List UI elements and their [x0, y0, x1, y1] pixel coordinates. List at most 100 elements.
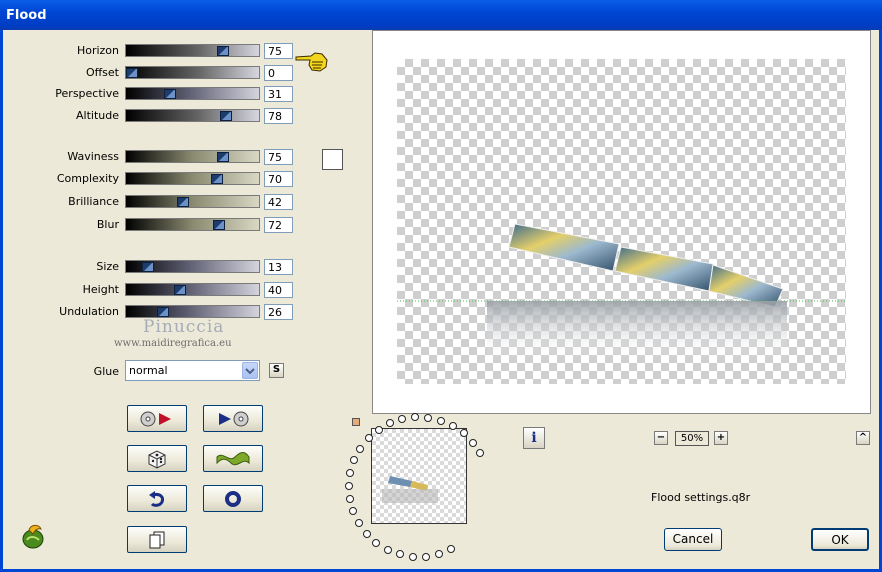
complexity-slider-thumb[interactable] — [211, 174, 223, 184]
copy-icon — [149, 531, 165, 548]
window-title: Flood — [6, 8, 47, 23]
navigator-ring-dot — [396, 550, 404, 558]
perspective-slider-thumb[interactable] — [164, 89, 176, 99]
offset-value-field[interactable]: 0 — [264, 65, 293, 81]
navigator-ring-dot — [356, 445, 364, 453]
glue-select-value: normal — [129, 364, 168, 377]
chevron-down-icon[interactable] — [242, 362, 258, 379]
height-slider[interactable] — [125, 283, 260, 296]
brilliance-label: Brilliance — [68, 195, 119, 208]
size-slider-thumb[interactable] — [142, 262, 154, 272]
color-swatch[interactable] — [322, 149, 343, 170]
navigator-ring-dot — [346, 469, 354, 477]
height-label: Height — [82, 283, 119, 296]
perspective-value-field[interactable]: 31 — [264, 86, 293, 102]
handle-square[interactable] — [352, 418, 360, 426]
zoom-level: 50% — [675, 431, 709, 446]
altitude-label: Altitude — [76, 109, 119, 122]
size-label: Size — [96, 260, 119, 273]
glue-select[interactable]: normal — [125, 360, 260, 381]
blur-value-field[interactable]: 72 — [264, 217, 293, 233]
app-logo-icon — [19, 522, 47, 550]
size-value-field[interactable]: 13 — [264, 259, 293, 275]
navigator-ring-dot — [386, 419, 394, 427]
navigator-ring-dot — [476, 449, 484, 457]
navigator-ring-dot — [384, 546, 392, 554]
brilliance-slider-thumb[interactable] — [177, 197, 189, 207]
navigator-ring-dot — [349, 507, 357, 515]
settings-filename: Flood settings.q8r — [651, 491, 751, 504]
brilliance-value-field[interactable]: 42 — [264, 194, 293, 210]
navigator-ring-dot — [350, 456, 358, 464]
navigator-thumbnail[interactable] — [371, 428, 467, 524]
zoom-out-button[interactable]: − — [654, 431, 668, 445]
navigator-ring-dot — [435, 550, 443, 558]
disc-load-icon — [140, 411, 171, 426]
ok-button[interactable]: OK — [811, 528, 869, 551]
waviness-slider-thumb[interactable] — [217, 152, 229, 162]
blur-slider[interactable] — [125, 218, 260, 231]
navigator-ring-dot — [449, 422, 457, 430]
thumbnail-image — [382, 476, 438, 503]
complexity-label: Complexity — [56, 172, 119, 185]
navigator-ring-dot — [355, 519, 363, 527]
glue-label: Glue — [93, 365, 119, 378]
undo-icon — [149, 490, 164, 507]
wave-button[interactable] — [203, 445, 263, 472]
undo-button[interactable] — [127, 485, 187, 512]
waviness-slider[interactable] — [125, 150, 260, 163]
load-preset-button[interactable] — [127, 405, 187, 432]
navigator-ring-dot — [372, 539, 380, 547]
randomize-button[interactable] — [127, 445, 187, 472]
cancel-button[interactable]: Cancel — [664, 528, 722, 551]
navigator-ring-dot — [398, 415, 406, 423]
circle-icon — [225, 490, 241, 507]
undulation-label: Undulation — [59, 305, 119, 318]
info-button[interactable]: i — [523, 427, 545, 449]
offset-label: Offset — [85, 66, 119, 79]
altitude-value-field[interactable]: 78 — [264, 108, 293, 124]
altitude-slider-thumb[interactable] — [220, 111, 232, 121]
info-icon: i — [531, 430, 537, 446]
offset-slider-thumb[interactable] — [126, 68, 138, 78]
offset-slider[interactable] — [125, 66, 260, 79]
flood-preview-image — [397, 223, 846, 361]
dice-icon — [148, 449, 166, 469]
altitude-slider[interactable] — [125, 109, 260, 122]
waviness-value-field[interactable]: 75 — [264, 149, 293, 165]
size-slider[interactable] — [125, 260, 260, 273]
horizon-slider[interactable] — [125, 44, 260, 57]
perspective-slider[interactable] — [125, 87, 260, 100]
preview-canvas[interactable] — [372, 30, 871, 414]
perspective-label: Perspective — [55, 87, 119, 100]
navigator-ring-dot — [345, 482, 353, 490]
save-preset-button[interactable] — [203, 405, 263, 432]
waviness-label: Waviness — [67, 150, 119, 163]
zoom-in-button[interactable]: + — [714, 431, 728, 445]
height-value-field[interactable]: 40 — [264, 282, 293, 298]
blur-label: Blur — [96, 218, 119, 231]
horizon-slider-thumb[interactable] — [217, 46, 229, 56]
watermark-url: www.maidiregrafica.eu — [114, 338, 232, 349]
copy-button[interactable] — [127, 526, 187, 553]
undulation-slider-thumb[interactable] — [157, 307, 169, 317]
title-bar: Flood — [0, 0, 882, 30]
navigator-ring-dot — [346, 495, 354, 503]
collapse-button[interactable]: ^ — [856, 431, 870, 445]
navigator-ring-dot — [437, 417, 445, 425]
navigator-ring-dot — [424, 414, 432, 422]
reset-button[interactable] — [203, 485, 263, 512]
undulation-value-field[interactable]: 26 — [264, 304, 293, 320]
horizon-value-field[interactable]: 75 — [264, 43, 293, 59]
brilliance-slider[interactable] — [125, 195, 260, 208]
complexity-value-field[interactable]: 70 — [264, 171, 293, 187]
navigator-ring-dot — [375, 426, 383, 434]
wave-icon — [216, 451, 250, 465]
complexity-slider[interactable] — [125, 172, 260, 185]
pointing-hand-icon — [295, 50, 329, 72]
navigator-ring-dot — [422, 553, 430, 561]
blur-slider-thumb[interactable] — [213, 220, 225, 230]
navigator-ring-dot — [469, 439, 477, 447]
height-slider-thumb[interactable] — [174, 285, 186, 295]
glue-s-button[interactable]: S — [269, 363, 284, 378]
